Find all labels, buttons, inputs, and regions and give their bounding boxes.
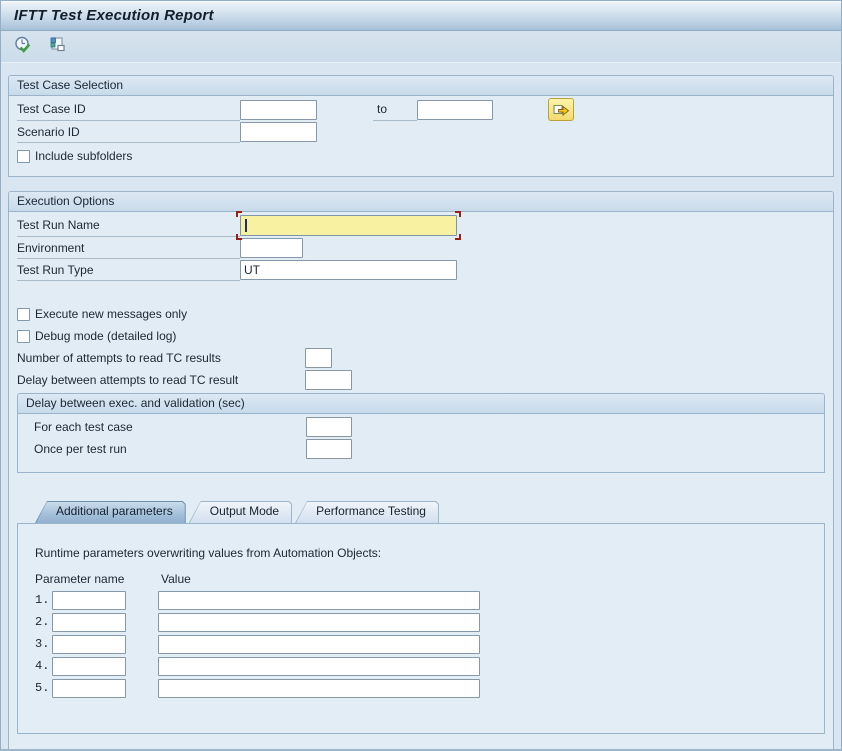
once-per-test-run-row: Once per test run	[34, 438, 816, 460]
execute-new-messages-row: Execute new messages only	[17, 303, 825, 325]
value-header: Value	[161, 572, 191, 586]
frame-title: Test Case Selection	[9, 76, 833, 96]
scenario-id-row: Scenario ID	[17, 121, 825, 143]
parameter-value-input-3[interactable]	[158, 635, 480, 654]
multiple-selection-button[interactable]	[548, 98, 574, 121]
parameter-name-input-2[interactable]	[52, 613, 126, 632]
text-cursor	[245, 219, 247, 232]
get-variant-icon	[47, 35, 67, 58]
parameter-name-input-1[interactable]	[52, 591, 126, 610]
debug-mode-checkbox[interactable]	[17, 330, 30, 343]
for-each-test-case-row: For each test case	[34, 416, 816, 438]
include-subfolders-label: Include subfolders	[35, 149, 132, 163]
focus-corner-icon	[236, 211, 242, 217]
delay-between-attempts-input[interactable]	[305, 370, 352, 390]
frame-title: Delay between exec. and validation (sec)	[18, 394, 824, 414]
tab-label: Performance Testing	[295, 501, 439, 522]
parameter-value-input-2[interactable]	[158, 613, 480, 632]
frame-title: Execution Options	[9, 192, 833, 212]
parameter-row: 1.	[35, 590, 480, 610]
tab-label: Output Mode	[189, 501, 292, 522]
parameter-row: 5.	[35, 678, 480, 698]
test-case-id-to-input[interactable]	[417, 100, 493, 120]
application-toolbar	[1, 31, 841, 63]
parameter-row: 3.	[35, 634, 480, 654]
execute-icon	[13, 35, 33, 58]
runtime-parameters-intro: Runtime parameters overwriting values fr…	[35, 546, 381, 560]
attempts-row: Number of attempts to read TC results	[17, 347, 825, 369]
debug-mode-row: Debug mode (detailed log)	[17, 325, 825, 347]
include-subfolders-row: Include subfolders	[17, 146, 825, 166]
parameter-value-input-4[interactable]	[158, 657, 480, 676]
parameter-name-input-5[interactable]	[52, 679, 126, 698]
execute-new-messages-checkbox[interactable]	[17, 308, 30, 321]
focus-corner-icon	[236, 234, 242, 240]
tab-content-additional-parameters: Runtime parameters overwriting values fr…	[17, 523, 825, 734]
multiple-selection-icon	[553, 101, 570, 119]
attempts-label: Number of attempts to read TC results	[17, 351, 221, 365]
delay-between-attempts-row: Delay between attempts to read TC result	[17, 369, 825, 391]
focus-corner-icon	[455, 211, 461, 217]
include-subfolders-checkbox[interactable]	[17, 150, 30, 163]
title-bar: IFTT Test Execution Report	[1, 1, 841, 31]
parameter-name-input-4[interactable]	[52, 657, 126, 676]
once-per-test-run-input[interactable]	[306, 439, 352, 459]
test-run-type-row: Test Run Type	[17, 259, 825, 281]
row-number: 5.	[35, 681, 49, 695]
focused-field-wrapper	[240, 215, 457, 236]
row-number: 1.	[35, 593, 49, 607]
delay-between-attempts-label: Delay between attempts to read TC result	[17, 373, 238, 387]
execute-button[interactable]	[12, 36, 34, 58]
test-run-type-label: Test Run Type	[17, 263, 94, 277]
test-case-selection-frame: Test Case Selection Test Case ID to	[8, 75, 834, 177]
parameter-row: 4.	[35, 656, 480, 676]
test-run-name-input[interactable]	[240, 215, 457, 236]
test-run-name-row: Test Run Name	[17, 214, 825, 237]
tab-output-mode[interactable]: Output Mode	[189, 501, 292, 523]
test-case-id-input[interactable]	[240, 100, 317, 120]
scenario-id-input[interactable]	[240, 122, 317, 142]
sap-window: IFTT Test Execution Report	[0, 0, 842, 751]
test-run-type-input[interactable]	[240, 260, 457, 280]
get-variant-button[interactable]	[46, 36, 68, 58]
focus-corner-icon	[455, 234, 461, 240]
parameter-name-header: Parameter name	[35, 572, 124, 586]
scenario-id-label: Scenario ID	[17, 125, 80, 139]
row-number: 3.	[35, 637, 49, 651]
test-case-id-label: Test Case ID	[17, 102, 86, 116]
attempts-input[interactable]	[305, 348, 332, 368]
tab-label: Additional parameters	[35, 501, 186, 522]
tab-additional-parameters[interactable]: Additional parameters	[35, 501, 186, 523]
tabstrip: Additional parameters Output Mode Perfor…	[35, 501, 825, 523]
execute-new-messages-label: Execute new messages only	[35, 307, 187, 321]
selection-screen: Test Case Selection Test Case ID to	[1, 63, 841, 750]
to-label: to	[377, 102, 387, 116]
parameter-name-input-3[interactable]	[52, 635, 126, 654]
page-title: IFTT Test Execution Report	[14, 7, 214, 24]
environment-input[interactable]	[240, 238, 303, 258]
parameter-value-input-1[interactable]	[158, 591, 480, 610]
for-each-test-case-input[interactable]	[306, 417, 352, 437]
tab-performance-testing[interactable]: Performance Testing	[295, 501, 439, 523]
parameter-value-input-5[interactable]	[158, 679, 480, 698]
once-per-test-run-label: Once per test run	[34, 442, 127, 456]
row-number: 4.	[35, 659, 49, 673]
row-number: 2.	[35, 615, 49, 629]
for-each-test-case-label: For each test case	[34, 420, 133, 434]
test-run-name-label: Test Run Name	[17, 218, 100, 232]
debug-mode-label: Debug mode (detailed log)	[35, 329, 176, 343]
environment-row: Environment	[17, 237, 825, 259]
environment-label: Environment	[17, 241, 84, 255]
parameter-row: 2.	[35, 612, 480, 632]
delay-validation-frame: Delay between exec. and validation (sec)…	[17, 393, 825, 473]
execution-options-frame: Execution Options Test Run Name	[8, 191, 834, 751]
test-case-id-row: Test Case ID to	[17, 98, 825, 121]
